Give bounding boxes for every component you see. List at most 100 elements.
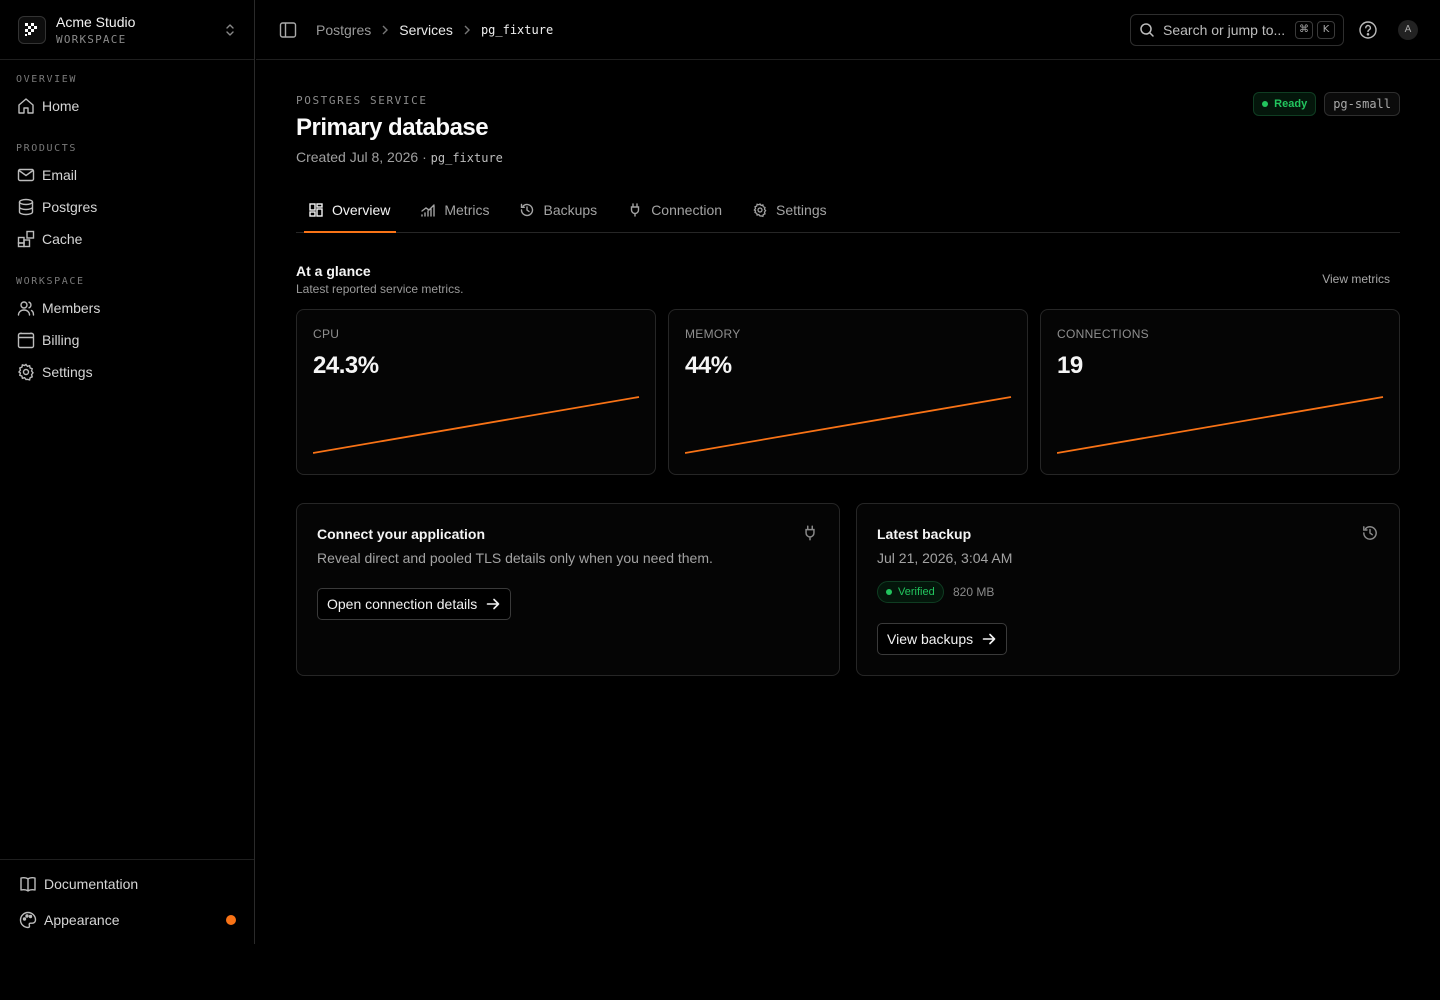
topbar: Postgres Services pg_fixture Search or j… (256, 0, 1440, 60)
sidebar-item-label: Billing (42, 332, 80, 348)
sidebar-item-label: Email (42, 167, 78, 183)
status-dot (886, 589, 892, 595)
created-id: pg_fixture (430, 151, 503, 165)
workspace-logo-icon (18, 15, 46, 44)
avatar[interactable]: A (1398, 19, 1418, 40)
nav-section-workspace: WORKSPACE Members Billing Settings (0, 276, 254, 388)
tab-connection[interactable]: Connection (623, 188, 728, 232)
tab-settings[interactable]: Settings (748, 188, 833, 232)
status-label: Ready (1274, 98, 1308, 110)
status-badge: Ready (1253, 92, 1317, 116)
sidebar-item-billing[interactable]: Billing (16, 324, 238, 356)
metric-card-memory: MEMORY 44% (668, 309, 1028, 475)
sidebar-item-appearance[interactable]: Appearance (18, 902, 236, 938)
backup-status-badge: Verified (877, 581, 944, 603)
help-icon[interactable] (1358, 20, 1378, 40)
billing-icon (16, 330, 36, 350)
search-input[interactable]: Search or jump to... ⌘ K (1130, 13, 1344, 46)
connect-card: Connect your application Reveal direct a… (296, 503, 840, 676)
backup-card-title: Latest backup (877, 526, 972, 542)
backup-timestamp: Jul 21, 2026, 3:04 AM (877, 550, 1013, 566)
status-dot (1262, 101, 1269, 107)
breadcrumb-postgres[interactable]: Postgres (316, 22, 371, 38)
tab-label: Overview (332, 202, 391, 218)
chevron-up-down-icon (224, 23, 236, 37)
sidebar: Acme Studio WORKSPACE OVERVIEW Home PROD… (0, 0, 255, 944)
sidebar-item-home[interactable]: Home (16, 90, 238, 122)
sparkline-memory (685, 396, 1012, 454)
plan-badge: pg-small (1324, 92, 1400, 116)
nav-heading: WORKSPACE (16, 276, 85, 287)
tab-metrics[interactable]: Metrics (416, 188, 495, 232)
gear-icon (752, 202, 768, 218)
open-connection-details-button[interactable]: Open connection details (317, 588, 512, 620)
sidebar-item-label: Appearance (44, 912, 120, 928)
page-eyebrow: POSTGRES SERVICE (296, 94, 428, 107)
created-date: Created Jul 8, 2026 · (296, 149, 427, 165)
page-badges: Ready pg-small (1253, 92, 1400, 116)
sidebar-item-label: Settings (42, 364, 93, 380)
chevron-right-icon (381, 25, 389, 35)
chart-icon (420, 202, 436, 218)
view-metrics-link[interactable]: View metrics (1322, 272, 1390, 286)
sidebar-item-documentation[interactable]: Documentation (18, 866, 236, 902)
arrow-right-icon (485, 596, 501, 612)
sidebar-item-label: Members (42, 300, 101, 316)
sidebar-item-email[interactable]: Email (16, 159, 238, 191)
sidebar-toggle-icon[interactable] (278, 20, 298, 40)
nav-heading: OVERVIEW (16, 74, 77, 85)
plug-icon (627, 202, 643, 218)
tab-label: Settings (776, 202, 827, 218)
sidebar-item-postgres[interactable]: Postgres (16, 191, 238, 223)
history-icon (519, 202, 535, 218)
workspace-subtitle: WORKSPACE (56, 32, 127, 46)
metric-label: CPU (313, 327, 340, 341)
workspace-switcher[interactable]: Acme Studio WORKSPACE (0, 0, 254, 60)
metric-value: 24.3% (313, 352, 379, 379)
metric-value: 19 (1057, 352, 1083, 379)
action-cards: Connect your application Reveal direct a… (296, 503, 1400, 676)
backup-size: 820 MB (953, 585, 995, 599)
workspace-name: Acme Studio (56, 13, 136, 30)
sidebar-item-settings[interactable]: Settings (16, 356, 238, 388)
book-icon (18, 874, 38, 894)
tab-overview[interactable]: Overview (304, 188, 397, 233)
metric-cards: CPU 24.3% MEMORY 44% CONNECTIONS 19 (296, 309, 1400, 475)
blocks-icon (16, 229, 36, 249)
gear-icon (16, 362, 36, 382)
metric-label: MEMORY (685, 327, 741, 341)
nav-section-products: PRODUCTS Email Postgres Cache (0, 143, 254, 255)
tab-backups[interactable]: Backups (515, 188, 603, 232)
view-backups-button[interactable]: View backups (877, 623, 1008, 655)
history-icon (1361, 524, 1379, 542)
sidebar-item-cache[interactable]: Cache (16, 223, 238, 255)
connect-card-subtitle: Reveal direct and pooled TLS details onl… (317, 550, 713, 566)
button-label: View backups (887, 631, 974, 647)
tab-label: Connection (651, 202, 723, 218)
sparkline-cpu (313, 396, 640, 454)
plug-icon (801, 524, 819, 542)
chevron-right-icon (463, 25, 471, 35)
metric-card-connections: CONNECTIONS 19 (1040, 309, 1400, 475)
sparkline-connections (1057, 396, 1384, 454)
breadcrumb-services[interactable]: Services (399, 22, 453, 38)
button-label: Open connection details (327, 596, 478, 612)
breadcrumb-current: pg_fixture (480, 22, 554, 37)
sidebar-item-label: Cache (42, 231, 83, 247)
kbd-cmd: ⌘ (1295, 20, 1313, 39)
nav-section-overview: OVERVIEW Home (0, 74, 254, 122)
kbd-k: K (1317, 20, 1335, 39)
search-placeholder: Search or jump to... (1163, 21, 1286, 38)
database-icon (16, 197, 36, 217)
users-icon (16, 298, 36, 318)
home-icon (16, 96, 36, 116)
mail-icon (16, 165, 36, 185)
appearance-indicator-dot (226, 915, 236, 925)
backup-card: Latest backup Jul 21, 2026, 3:04 AM Veri… (856, 503, 1400, 676)
sidebar-item-members[interactable]: Members (16, 292, 238, 324)
tab-label: Backups (543, 202, 598, 218)
sidebar-item-label: Documentation (44, 876, 139, 892)
sidebar-footer: Documentation Appearance (0, 859, 254, 944)
grid-icon (308, 202, 324, 218)
connect-card-title: Connect your application (317, 526, 486, 542)
